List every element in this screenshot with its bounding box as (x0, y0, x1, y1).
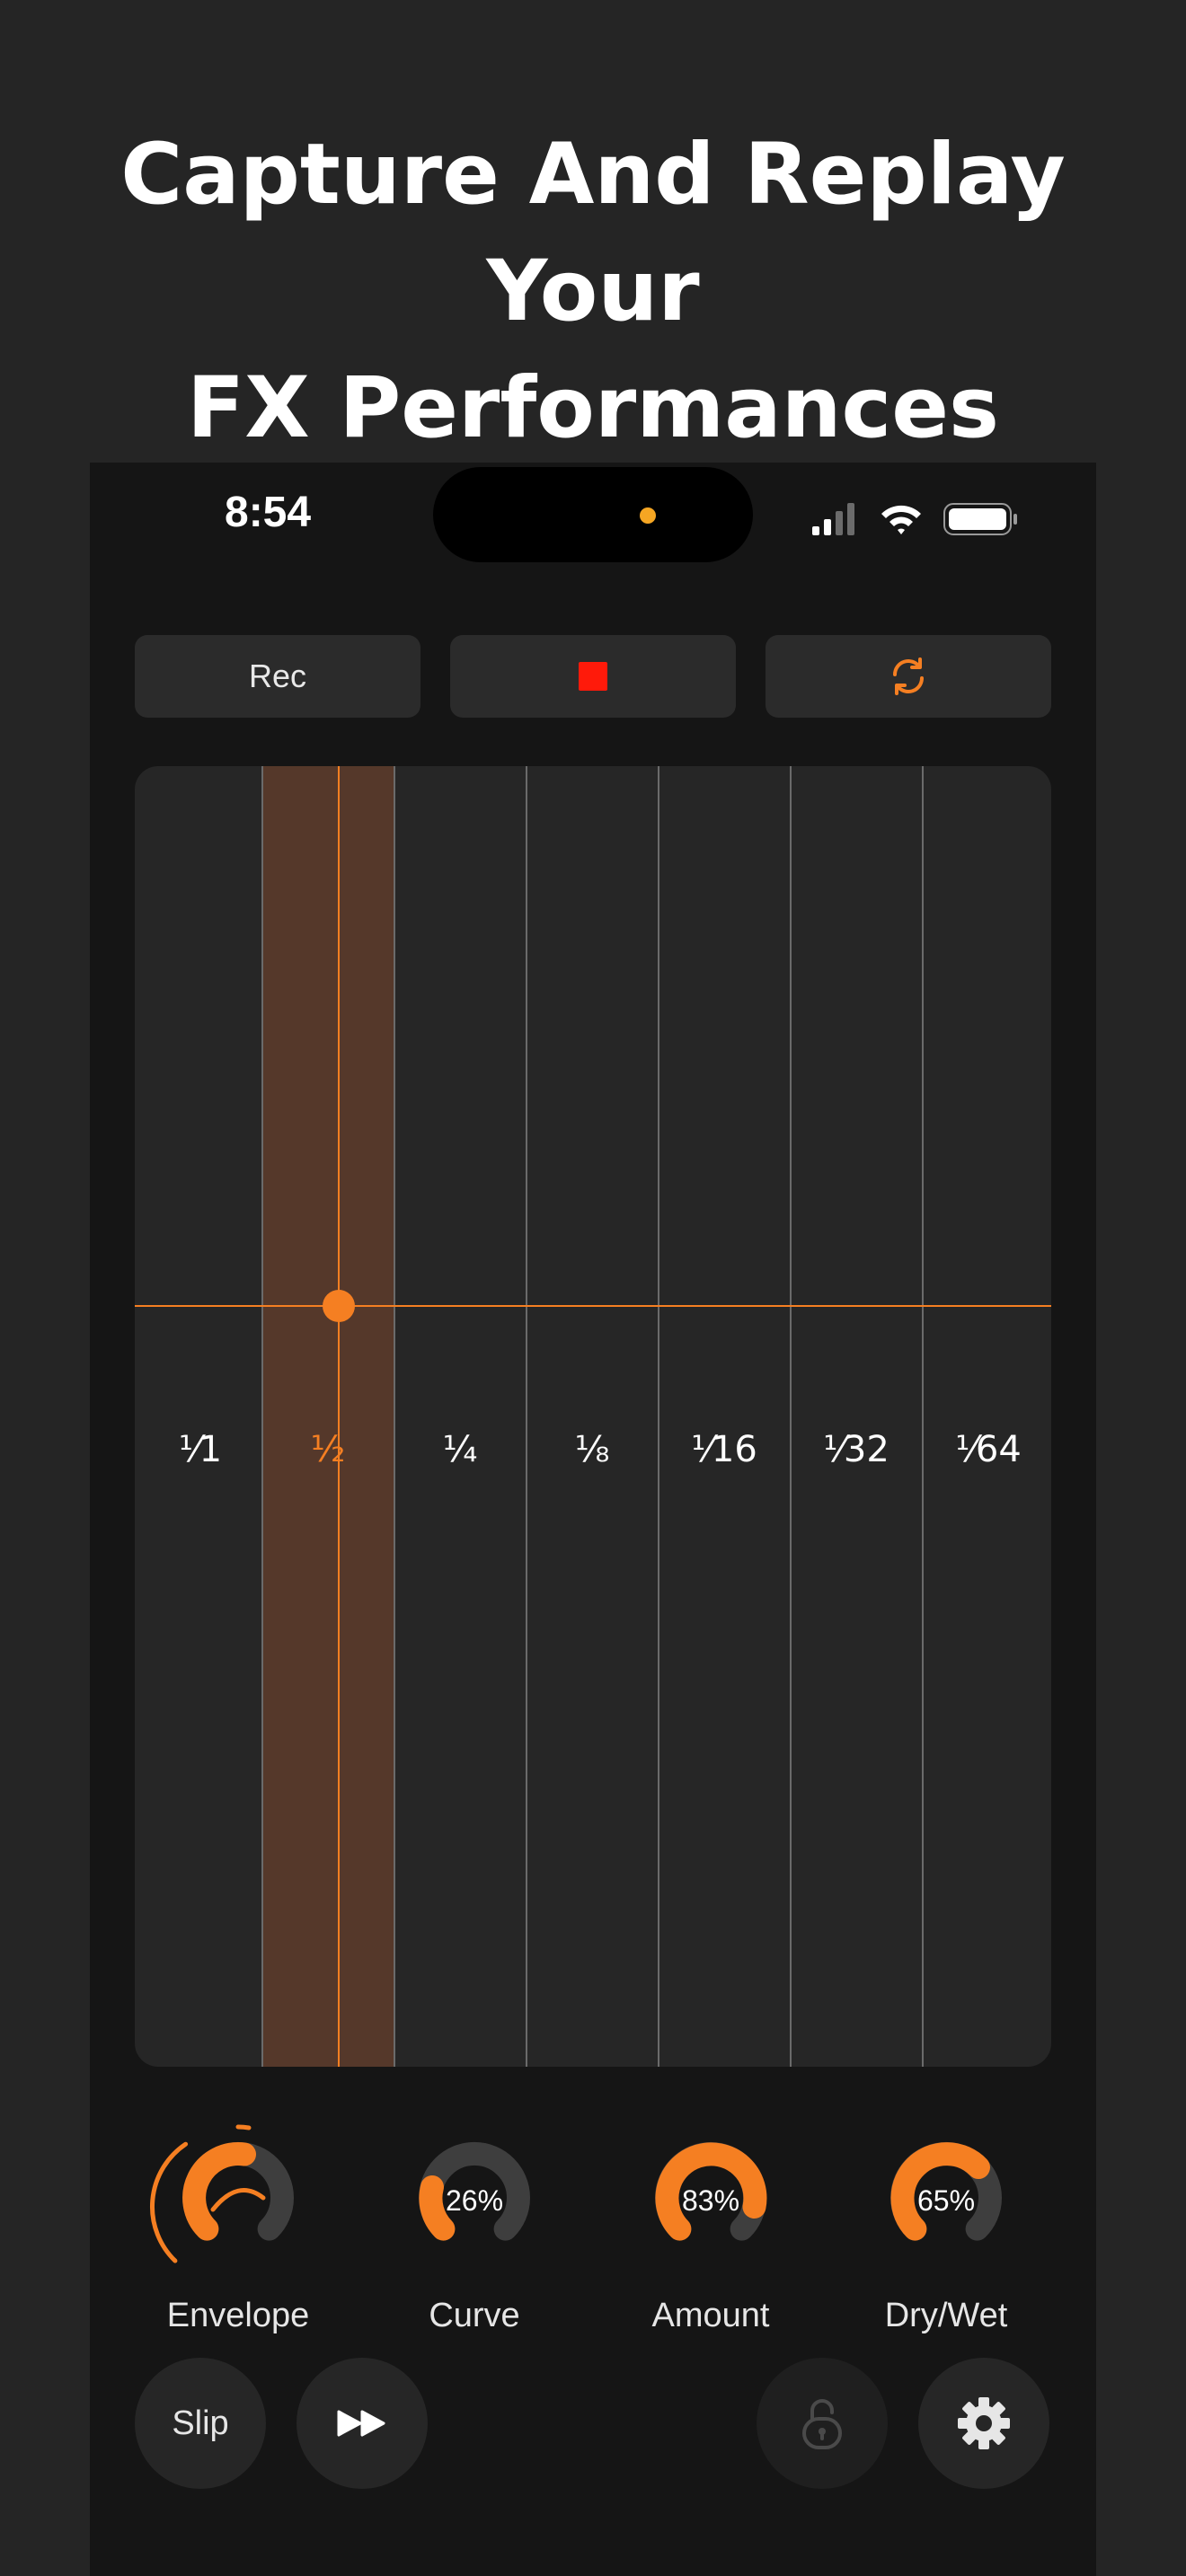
status-time: 8:54 (225, 489, 312, 536)
cursor-vertical-line (338, 766, 340, 2067)
column-label-1-1: ⅟1 (178, 1429, 223, 1470)
cursor-horizontal-line (135, 1305, 1051, 1307)
column-divider (526, 766, 527, 2067)
column-label-1-4: ¼ (442, 1429, 478, 1470)
lock-button[interactable] (757, 2358, 888, 2489)
column-label-1-64: ⅟64 (955, 1429, 1022, 1470)
loop-refresh-icon (893, 657, 924, 695)
curve-knob-dial: 26% (419, 2141, 530, 2241)
transport-controls: Rec (135, 635, 1051, 718)
dry-wet-value: 65% (917, 2184, 975, 2217)
envelope-curve-icon (210, 2188, 266, 2212)
fast-forward-icon (337, 2410, 385, 2437)
privacy-indicator-dot (640, 507, 656, 524)
amount-label: Amount (651, 2297, 770, 2334)
settings-button[interactable] (918, 2358, 1049, 2489)
column-label-1-8: ⅛ (574, 1429, 610, 1470)
rec-button[interactable]: Rec (135, 635, 420, 718)
slip-label: Slip (172, 2404, 229, 2442)
curve-label: Curve (429, 2297, 520, 2334)
column-label-1-16: ⅟16 (691, 1429, 757, 1470)
amount-value: 83% (682, 2184, 739, 2217)
rec-label: Rec (248, 657, 307, 694)
envelope-knob-dial (149, 2124, 294, 2263)
column-label-1-2: ½ (310, 1429, 346, 1470)
slip-button[interactable]: Slip (135, 2358, 266, 2489)
dynamic-island (433, 467, 753, 562)
dry-wet-knob[interactable]: 65% Dry/Wet (843, 2108, 1049, 2335)
amount-knob-dial: 83% (655, 2141, 767, 2241)
headline: Capture And Replay Your FX Performances (0, 117, 1186, 467)
signal-icon (812, 503, 854, 535)
gear-icon (958, 2397, 1010, 2449)
column-label-1-32: ⅟32 (823, 1429, 890, 1470)
envelope-label: Envelope (166, 2297, 310, 2334)
column-divider (922, 766, 924, 2067)
envelope-knob[interactable]: Envelope (135, 2108, 341, 2335)
status-icons (809, 497, 1024, 542)
battery-icon (943, 503, 1017, 535)
curve-knob[interactable]: 26% Curve (371, 2108, 578, 2335)
column-divider (261, 766, 263, 2067)
headline-line-2: FX Performances (187, 359, 999, 457)
stop-button[interactable] (450, 635, 736, 718)
dry-wet-label: Dry/Wet (884, 2297, 1008, 2334)
wifi-icon (881, 505, 921, 534)
headline-line-1: Capture And Replay Your (120, 126, 1066, 340)
curve-value: 26% (446, 2184, 503, 2217)
stop-square-icon (579, 662, 607, 691)
fast-forward-button[interactable] (296, 2358, 428, 2489)
active-column-highlight (262, 766, 394, 2067)
cursor-handle[interactable] (323, 1290, 355, 1322)
amount-knob[interactable]: 83% Amount (607, 2108, 814, 2335)
loop-button[interactable] (766, 635, 1051, 718)
column-divider (658, 766, 659, 2067)
phone-screen: 8:54 Rec ⅟1 ½ ¼ ⅛ ⅟16 ⅟32 ⅟64 Envelope 2… (90, 463, 1096, 2576)
column-divider (394, 766, 395, 2067)
unlock-icon (802, 2399, 842, 2449)
column-divider (790, 766, 792, 2067)
performance-pad[interactable]: ⅟1 ½ ¼ ⅛ ⅟16 ⅟32 ⅟64 (135, 766, 1051, 2067)
dry-wet-knob-dial: 65% (890, 2141, 1002, 2241)
